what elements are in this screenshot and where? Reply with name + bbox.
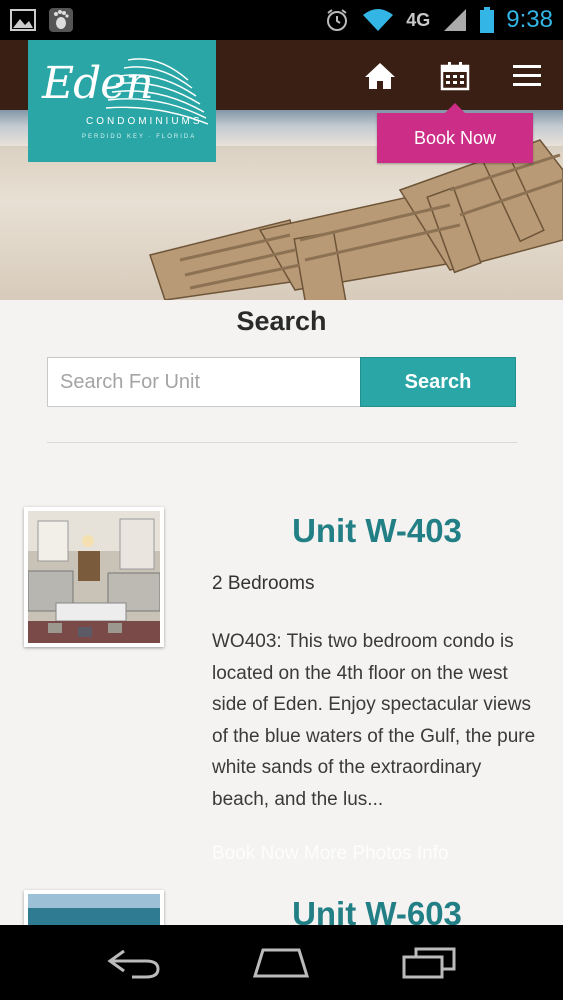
calendar-icon[interactable]: [435, 56, 475, 96]
wifi-icon: [362, 7, 394, 33]
eden-logo[interactable]: Eden CONDOMINIUMS PERDIDO KEY · FLORIDA: [28, 40, 216, 162]
divider: [47, 442, 517, 443]
battery-icon: [480, 7, 495, 33]
search-input[interactable]: [47, 357, 361, 407]
unit-description: WO403: This two bedroom condo is located…: [212, 631, 536, 810]
system-nav-bar: [0, 925, 563, 1000]
recent-apps-icon[interactable]: [389, 933, 469, 993]
search-title: Search: [236, 306, 327, 336]
living-room-photo: [28, 511, 160, 643]
back-icon[interactable]: [94, 933, 174, 993]
status-bar: 4G 9:38: [0, 0, 563, 40]
home-nav-icon[interactable]: [241, 933, 321, 993]
home-icon[interactable]: [360, 56, 400, 96]
logo-tagline: PERDIDO KEY · FLORIDA: [82, 134, 197, 140]
menu-icon[interactable]: [507, 56, 547, 96]
book-now-button[interactable]: Book Now: [377, 103, 533, 163]
logo-subtitle: CONDOMINIUMS: [86, 116, 203, 127]
unit-links[interactable]: Book Now More Photos Info: [212, 842, 542, 866]
logo-script: Eden: [42, 58, 154, 109]
signal-icon: [442, 7, 468, 33]
status-time: 9:38: [506, 6, 553, 33]
unit-photo[interactable]: [24, 507, 164, 647]
alarm-icon: [324, 7, 350, 33]
unit-title[interactable]: Unit W-403: [212, 512, 542, 550]
footprint-icon: [48, 7, 74, 33]
image-icon: [10, 8, 36, 32]
search-button[interactable]: Search: [360, 357, 516, 407]
network-label: 4G: [406, 9, 431, 30]
unit-bedrooms: 2 Bedrooms: [212, 573, 315, 594]
